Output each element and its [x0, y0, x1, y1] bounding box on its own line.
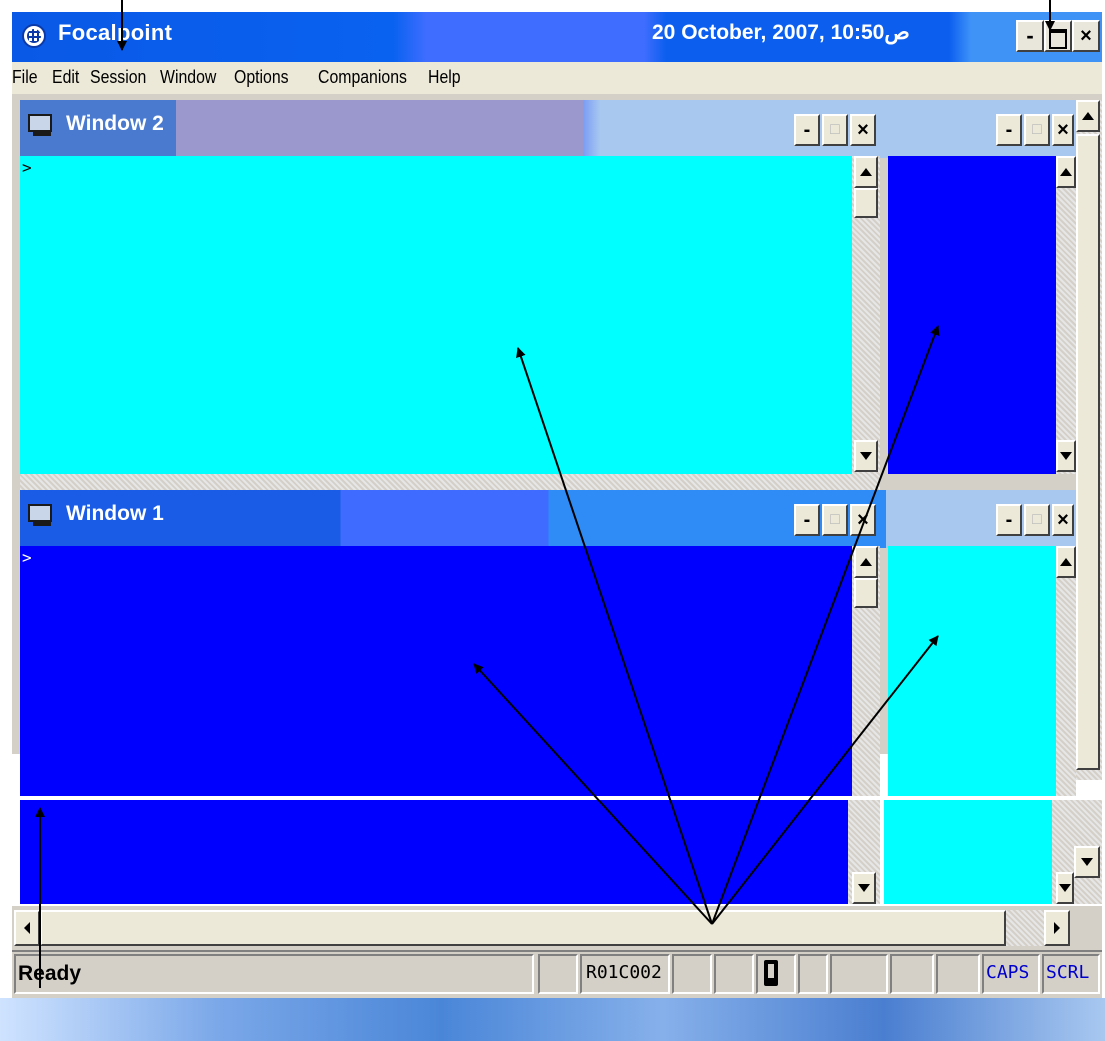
- status-cell: [538, 954, 578, 994]
- terminal-window-icon: [28, 114, 52, 136]
- lower-blue-pane[interactable]: [20, 800, 848, 904]
- status-cell: [890, 954, 934, 994]
- arrow-down-icon: [858, 884, 870, 892]
- menu-session[interactable]: Session: [90, 67, 146, 88]
- window-1b-close-button[interactable]: ×: [1052, 504, 1074, 536]
- maximize-icon: [1049, 29, 1067, 49]
- arrow-up-icon: [1082, 112, 1094, 120]
- arrow-right-icon: [1054, 922, 1060, 934]
- main-scroll-thumb[interactable]: [1076, 134, 1100, 770]
- scroll-left-button[interactable]: [14, 910, 40, 946]
- arrow-up-icon: [860, 168, 872, 176]
- window-2-side-scrollbar[interactable]: [1056, 156, 1078, 474]
- app-title: Focalpoint: [58, 20, 173, 45]
- horizontal-scroll-thumb[interactable]: [40, 910, 1006, 946]
- status-cell: [672, 954, 712, 994]
- window-1-minimize-button[interactable]: -: [794, 504, 820, 536]
- minimize-button[interactable]: -: [1016, 20, 1044, 52]
- status-cell: [714, 954, 754, 994]
- window-1-title: Window 1: [66, 502, 164, 525]
- scroll-thumb[interactable]: [854, 578, 878, 608]
- desktop-background: [0, 998, 1105, 1041]
- arrow-up-icon: [860, 558, 872, 566]
- main-title-bar[interactable]: [12, 12, 1102, 62]
- arrow-left-icon: [24, 922, 30, 934]
- arrow-down-icon: [860, 452, 872, 460]
- scroll-down-button[interactable]: [852, 872, 876, 904]
- window-1b-maximize-button[interactable]: □: [1024, 504, 1050, 536]
- scroll-thumb[interactable]: [854, 188, 878, 218]
- horizontal-scroll-track[interactable]: [1006, 910, 1044, 946]
- lower-cyan-pane[interactable]: [884, 800, 1052, 904]
- window-1-prompt: >: [22, 548, 32, 567]
- separator-line: [0, 796, 1105, 798]
- menu-options[interactable]: Options: [234, 67, 289, 88]
- window-1-side-scrollbar[interactable]: [1056, 546, 1076, 796]
- terminal-window-icon: [28, 504, 52, 526]
- window-1-main-pane[interactable]: >: [20, 546, 852, 796]
- window-1-maximize-button[interactable]: □: [822, 504, 848, 536]
- close-button[interactable]: ×: [1072, 20, 1100, 52]
- scroll-lock-indicator: SCRL: [1046, 962, 1090, 983]
- window-2-title: Window 2: [66, 112, 164, 135]
- arrow-down-icon: [1081, 858, 1093, 866]
- window-2-main-pane[interactable]: >: [20, 156, 852, 474]
- status-cell: [936, 954, 980, 994]
- window-2b-maximize-button[interactable]: □: [1024, 114, 1050, 146]
- scroll-up-button[interactable]: [854, 546, 878, 578]
- arrow-down-icon: [1060, 452, 1072, 460]
- menu-window[interactable]: Window: [160, 67, 216, 88]
- cursor-position: R01C002: [586, 962, 662, 983]
- arrow-up-icon: [1060, 558, 1072, 566]
- status-cell: [798, 954, 828, 994]
- side-scroll-down-button[interactable]: [1056, 440, 1076, 472]
- main-scroll-down-button[interactable]: [1074, 846, 1100, 878]
- window-2-close-button[interactable]: ×: [850, 114, 876, 146]
- status-text: Ready: [18, 962, 82, 985]
- main-scroll-up-button[interactable]: [1076, 100, 1100, 132]
- window-2-horizontal-scrollbar[interactable]: [20, 474, 880, 490]
- window-2-prompt: >: [22, 158, 32, 177]
- window-1b-minimize-button[interactable]: -: [996, 504, 1022, 536]
- window-2b-close-button[interactable]: ×: [1052, 114, 1074, 146]
- maximize-button[interactable]: [1044, 20, 1072, 52]
- menu-edit[interactable]: Edit: [52, 67, 79, 88]
- scroll-down-button[interactable]: [854, 440, 878, 472]
- menu-companions[interactable]: Companions: [318, 67, 407, 88]
- caps-lock-indicator: CAPS: [986, 962, 1030, 983]
- window-2b-minimize-button[interactable]: -: [996, 114, 1022, 146]
- input-indicator-icon: [764, 960, 778, 986]
- menu-help[interactable]: Help: [428, 67, 461, 88]
- minimize-icon: -: [1026, 23, 1034, 48]
- scroll-down-button[interactable]: [1056, 872, 1074, 904]
- window-1-side-pane[interactable]: [888, 546, 1056, 796]
- status-cell: [830, 954, 888, 994]
- window-2-maximize-button[interactable]: □: [822, 114, 848, 146]
- menu-file[interactable]: File: [12, 67, 38, 88]
- close-icon: ×: [1080, 25, 1092, 47]
- arrow-up-icon: [1060, 168, 1072, 176]
- window-2-side-pane[interactable]: [888, 156, 1056, 474]
- scroll-right-button[interactable]: [1044, 910, 1070, 946]
- date-time-display: 20 October, 2007, ص10:50: [652, 21, 910, 44]
- status-cell-main: [14, 954, 534, 994]
- arrow-down-icon: [1059, 884, 1071, 892]
- side-scroll-up-button[interactable]: [1056, 546, 1076, 578]
- window-1-close-button[interactable]: ×: [850, 504, 876, 536]
- window-2-minimize-button[interactable]: -: [794, 114, 820, 146]
- scroll-up-button[interactable]: [854, 156, 878, 188]
- globe-icon: [22, 24, 46, 48]
- side-scroll-up-button[interactable]: [1056, 156, 1076, 188]
